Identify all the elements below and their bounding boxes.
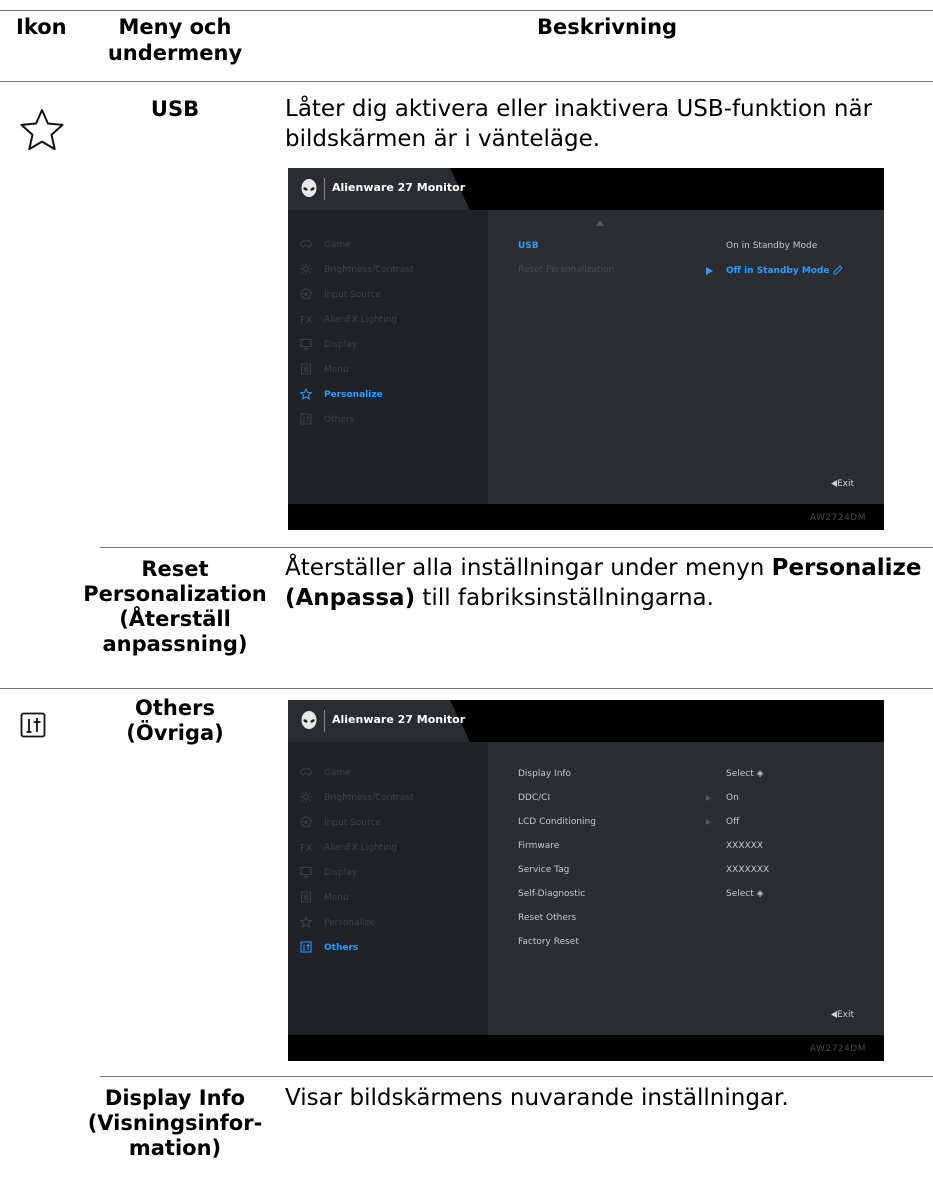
osd-value-service-tag: XXXXXXX: [726, 865, 770, 875]
osd-screenshot-others: Alienware 27 Monitor Game Brightness/Con…: [288, 700, 884, 1061]
usb-desc-line1: Låter dig aktivera eller inaktivera USB-…: [285, 96, 873, 122]
osd-bottombar: [288, 1035, 884, 1061]
display-info-description: Visar bildskärmens nuvarande inställning…: [285, 1085, 789, 1111]
svg-text:FX: FX: [300, 315, 312, 325]
osd-value-ddc-ci[interactable]: On: [726, 793, 739, 803]
others-icon: [300, 941, 312, 953]
osd-option-reset-personalization[interactable]: Reset Personalization: [518, 265, 614, 275]
submenu-arrow-icon: [706, 819, 711, 825]
display-info-title: Display Info (Visningsinfor- mation): [87, 1086, 263, 1160]
osd-option-self-diagnostic[interactable]: Self-Diagnostic: [518, 889, 585, 899]
display-icon: [300, 867, 312, 878]
fx-icon: FX: [300, 843, 312, 853]
usb-description: Låter dig aktivera eller inaktivera USB-…: [285, 94, 872, 154]
osd-option-display-info[interactable]: Display Info: [518, 769, 571, 779]
others-icon: [20, 712, 46, 738]
brightness-icon: [300, 791, 312, 803]
row-rule-others: [0, 688, 933, 689]
others-title: Others (Övriga): [126, 696, 224, 745]
osd-brand: Alienware 27 Monitor: [332, 181, 466, 194]
osd-screenshot-personalize: Alienware 27 Monitor Game Brightness/Con…: [288, 168, 884, 530]
menu-icon: [301, 891, 311, 903]
header-bottom-rule: [0, 81, 933, 82]
osd-value-off-in-standby[interactable]: Off in Standby Mode: [726, 265, 843, 276]
scroll-up-icon: [596, 220, 604, 226]
osd-menu-panel: Game Brightness/Contrast Input Source FX…: [288, 210, 488, 504]
header-menu-line1: Meny och: [118, 15, 232, 39]
osd-model: AW2724DM: [809, 513, 866, 523]
selected-arrow-icon: [706, 267, 713, 275]
osd-value-self-diagnostic[interactable]: Select ◈: [726, 889, 764, 899]
osd-option-usb[interactable]: USB: [518, 241, 539, 251]
header-description: Beskrivning: [537, 15, 678, 39]
osd-option-reset-others[interactable]: Reset Others: [518, 913, 576, 923]
osd-option-ddc-ci[interactable]: DDC/CI: [518, 793, 550, 803]
osd-menu-panel: Game Brightness/Contrast Input Source FX…: [288, 742, 488, 1035]
osd-bottombar: [288, 504, 884, 530]
header-icon: Ikon: [16, 15, 67, 39]
row-rule-display-info: [100, 1076, 933, 1077]
gamepad-icon: [300, 240, 312, 248]
header-top-rule: [0, 10, 933, 11]
star-icon: [20, 109, 64, 151]
fx-icon: FX: [300, 315, 312, 325]
star-icon: [300, 916, 312, 928]
osd-exit[interactable]: Exit: [830, 1010, 854, 1020]
usb-desc-line2: bildskärmen är i vänteläge.: [285, 126, 601, 152]
osd-brand-separator: [324, 178, 325, 200]
reset-personalization-description: Återställer alla inställningar under men…: [285, 555, 922, 611]
others-icon: [300, 413, 312, 425]
alienware-logo-icon: [301, 179, 317, 197]
header-menu-line2: undermeny: [107, 41, 243, 65]
row-rule-reset: [100, 547, 933, 548]
osd-exit[interactable]: Exit: [830, 479, 854, 489]
osd-option-panel: Display Info DDC/CI LCD Conditioning Fir…: [488, 742, 884, 1035]
input-source-icon: [300, 288, 312, 300]
select-diamond-icon: ◈: [756, 889, 764, 899]
osd-model: AW2724DM: [809, 1044, 866, 1054]
osd-option-lcd-conditioning[interactable]: LCD Conditioning: [518, 817, 596, 827]
osd-value-on-in-standby[interactable]: On in Standby Mode: [726, 241, 817, 251]
menu-icon: [301, 363, 311, 375]
usb-title: USB: [150, 97, 200, 121]
osd-option-factory-reset[interactable]: Factory Reset: [518, 937, 579, 947]
osd-option-firmware: Firmware: [518, 841, 560, 851]
select-diamond-icon: ◈: [756, 769, 764, 779]
osd-value-firmware: XXXXXX: [726, 841, 763, 851]
brightness-icon: [300, 263, 312, 275]
check-icon: [833, 265, 843, 275]
reset-personalization-title: Reset Personalization (Återställ anpassn…: [83, 557, 267, 656]
input-source-icon: [300, 816, 312, 828]
osd-value-lcd-conditioning[interactable]: Off: [726, 817, 739, 827]
osd-brand: Alienware 27 Monitor: [332, 713, 466, 726]
display-icon: [300, 339, 312, 350]
osd-option-service-tag: Service Tag: [518, 865, 570, 875]
header-menu: Meny och undermeny: [100, 14, 250, 66]
gamepad-icon: [300, 768, 312, 776]
osd-brand-separator: [324, 710, 325, 732]
alienware-logo-icon: [301, 711, 317, 729]
submenu-arrow-icon: [706, 795, 711, 801]
osd-option-panel: USB Reset Personalization On in Standby …: [488, 210, 884, 504]
star-icon: [300, 388, 312, 400]
osd-value-display-info[interactable]: Select ◈: [726, 769, 764, 779]
svg-text:FX: FX: [300, 843, 312, 853]
